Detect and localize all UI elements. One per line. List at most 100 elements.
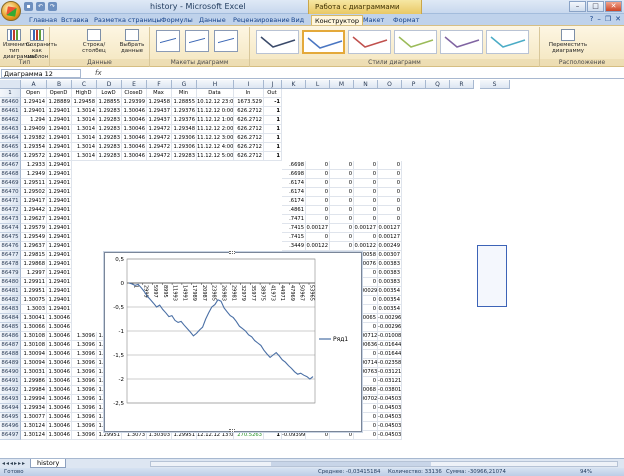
grid-cell[interactable]: CloseD: [122, 89, 147, 98]
grid-cell[interactable]: 0.00354: [378, 305, 402, 314]
grid-cell[interactable]: 0: [354, 188, 378, 197]
grid-cell[interactable]: 0: [306, 233, 330, 242]
grid-cell[interactable]: 0: [354, 197, 378, 206]
grid-cell[interactable]: 1.29401: [47, 179, 72, 188]
grid-cell[interactable]: 1.29401: [47, 143, 72, 152]
grid-cell[interactable]: 1.29306: [172, 134, 197, 143]
chart-style-3[interactable]: [348, 30, 391, 54]
row-header[interactable]: 86483: [0, 305, 21, 314]
wb-restore-icon[interactable]: ❐: [605, 15, 611, 23]
grid-cell[interactable]: 626.2712: [234, 125, 264, 134]
grid-cell[interactable]: 1.29417: [21, 197, 47, 206]
grid-cell[interactable]: 1.3096: [72, 359, 97, 368]
grid-cell[interactable]: 1.29401: [47, 170, 72, 179]
grid-cell[interactable]: 0.00354: [378, 296, 402, 305]
grid-cell[interactable]: 1.29934: [21, 404, 47, 413]
grid-cell[interactable]: 1.30046: [47, 359, 72, 368]
column-header[interactable]: S: [480, 80, 510, 89]
row-header[interactable]: 86474: [0, 224, 21, 233]
grid-cell[interactable]: 1.29401: [47, 197, 72, 206]
grid-cell[interactable]: -0.04503: [378, 413, 402, 422]
grid-cell[interactable]: 1.3096: [72, 431, 97, 440]
row-header[interactable]: 86480: [0, 278, 21, 287]
row-header[interactable]: 86469: [0, 179, 21, 188]
grid-cell[interactable]: .6174: [282, 179, 306, 188]
grid-cell[interactable]: 0: [378, 197, 402, 206]
sheet-nav-buttons[interactable]: ◂◂◂▸▸▸: [2, 460, 26, 467]
grid-cell[interactable]: 1.29401: [47, 260, 72, 269]
row-header[interactable]: 86486: [0, 332, 21, 341]
grid-cell[interactable]: 1.29401: [47, 224, 72, 233]
row-header[interactable]: 86489: [0, 359, 21, 368]
grid-cell[interactable]: 1.29984: [21, 386, 47, 395]
grid-cell[interactable]: 0.00122: [306, 242, 330, 251]
chart-style-2[interactable]: [302, 30, 345, 54]
grid-cell[interactable]: 1.30046: [122, 125, 147, 134]
grid-cell[interactable]: 0.00383: [378, 278, 402, 287]
grid-cell[interactable]: 1.2997: [21, 269, 47, 278]
column-header[interactable]: N: [354, 80, 378, 89]
grid-cell[interactable]: 1.29401: [47, 269, 72, 278]
grid-cell[interactable]: 1.29627: [21, 215, 47, 224]
grid-cell[interactable]: 1.30046: [47, 323, 72, 332]
grid-cell[interactable]: 1.29401: [47, 278, 72, 287]
grid-cell[interactable]: 0.00383: [378, 269, 402, 278]
grid-cell[interactable]: 1.30108: [21, 332, 47, 341]
grid-cell[interactable]: 1.30046: [47, 386, 72, 395]
grid-cell[interactable]: 1.29472: [147, 152, 172, 161]
grid-cell[interactable]: 0: [330, 206, 354, 215]
grid-cell[interactable]: -0.00296: [378, 323, 402, 332]
name-box[interactable]: Диаграмма 12: [1, 69, 81, 78]
column-header[interactable]: H: [197, 80, 234, 89]
grid-cell[interactable]: 11.12.12 4:00: [197, 143, 234, 152]
row-header[interactable]: 86477: [0, 251, 21, 260]
row-header[interactable]: 86497: [0, 431, 21, 440]
grid-cell[interactable]: 1.29409: [21, 125, 47, 134]
grid-cell[interactable]: 1.29579: [21, 224, 47, 233]
grid-cell[interactable]: 0: [306, 188, 330, 197]
undo-icon[interactable]: ↶: [36, 2, 45, 11]
grid-cell[interactable]: 0: [306, 161, 330, 170]
grid-cell[interactable]: 1.28855: [97, 98, 122, 107]
grid-cell[interactable]: 1.29994: [21, 395, 47, 404]
grid-cell[interactable]: 1.29376: [172, 116, 197, 125]
grid-cell[interactable]: 1: [264, 134, 282, 143]
grid-cell[interactable]: 1.29472: [147, 125, 172, 134]
grid-cell[interactable]: 0: [306, 206, 330, 215]
chart-resize-handle-bottom[interactable]: [229, 429, 235, 432]
help-icon[interactable]: ?: [590, 15, 594, 23]
row-header[interactable]: 86475: [0, 233, 21, 242]
grid-cell[interactable]: 1.29401: [47, 134, 72, 143]
grid-cell[interactable]: 1.30046: [122, 134, 147, 143]
grid-cell[interactable]: 0.00127: [306, 224, 330, 233]
tab-insert[interactable]: Вставка: [58, 15, 92, 25]
grid-cell[interactable]: 1.29511: [21, 179, 47, 188]
grid-cell[interactable]: 1.30124: [21, 431, 47, 440]
grid-cell[interactable]: 1.3096: [72, 350, 97, 359]
grid-cell[interactable]: 1673.529: [234, 98, 264, 107]
grid-cell[interactable]: 0: [330, 188, 354, 197]
chart-layout-1[interactable]: [156, 30, 180, 52]
grid-cell[interactable]: 1.3096: [72, 377, 97, 386]
row-header[interactable]: 86479: [0, 269, 21, 278]
grid-cell[interactable]: 1.2933: [21, 161, 47, 170]
grid-cell[interactable]: 10.12.12 23:00: [197, 98, 234, 107]
column-header[interactable]: C: [72, 80, 97, 89]
tab-data[interactable]: Данные: [196, 15, 229, 25]
grid-cell[interactable]: .3449: [282, 242, 306, 251]
grid-cell[interactable]: 1.29399: [122, 98, 147, 107]
grid-cell[interactable]: 1.29401: [21, 107, 47, 116]
grid-cell[interactable]: 1.3096: [72, 386, 97, 395]
grid-cell[interactable]: 11.12.12 2:00: [197, 125, 234, 134]
grid-cell[interactable]: 626.2712: [234, 116, 264, 125]
grid-cell[interactable]: 1: [264, 143, 282, 152]
row-header[interactable]: 86462: [0, 116, 21, 125]
grid-cell[interactable]: 1.29283: [97, 152, 122, 161]
office-button[interactable]: [1, 1, 21, 21]
grid-cell[interactable]: .6174: [282, 188, 306, 197]
chart[interactable]: 0,5 0 -0,5 -1 -1,5 -2 -2,5 1 2999 5997 8995 11993 14…: [104, 251, 362, 432]
grid-cell[interactable]: 1.29401: [47, 233, 72, 242]
column-header[interactable]: E: [122, 80, 147, 89]
grid-cell[interactable]: 1: [264, 152, 282, 161]
grid-cell[interactable]: -0.03121: [378, 377, 402, 386]
